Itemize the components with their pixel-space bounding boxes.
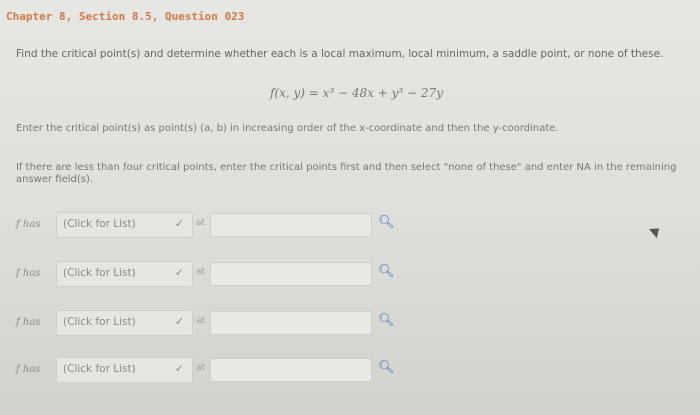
search-icon[interactable]: 🔍︎ bbox=[378, 360, 395, 375]
at-label: at bbox=[196, 218, 206, 228]
answer-row-3: f has (Click for List) ✓ at 🔍︎ bbox=[16, 310, 395, 336]
answer-row-1: f has (Click for List) ✓ at 🔍︎ bbox=[16, 212, 395, 238]
f-has-label: f has bbox=[16, 364, 41, 375]
search-icon[interactable]: 🔍︎ bbox=[378, 264, 395, 279]
at-label: at bbox=[196, 316, 206, 326]
search-icon[interactable]: 🔍︎ bbox=[378, 215, 395, 230]
point-input-4[interactable] bbox=[210, 358, 372, 382]
chevron-down-icon: ✓ bbox=[174, 217, 184, 230]
search-icon[interactable]: 🔍︎ bbox=[378, 313, 395, 328]
point-input-2[interactable] bbox=[210, 262, 372, 286]
select-label: (Click for List) bbox=[63, 267, 136, 279]
mouse-cursor-icon bbox=[649, 223, 663, 239]
classification-select-1[interactable]: (Click for List) ✓ bbox=[56, 212, 193, 238]
chevron-down-icon: ✓ bbox=[174, 315, 184, 328]
point-input-1[interactable] bbox=[210, 213, 372, 237]
classification-select-3[interactable]: (Click for List) ✓ bbox=[56, 310, 193, 336]
select-label: (Click for List) bbox=[63, 363, 136, 375]
fewer-points-instruction: If there are less than four critical poi… bbox=[16, 162, 677, 185]
f-has-label: f has bbox=[16, 219, 41, 230]
chevron-down-icon: ✓ bbox=[174, 362, 184, 375]
select-label: (Click for List) bbox=[63, 316, 136, 328]
at-label: at bbox=[196, 363, 206, 373]
entry-instruction: Enter the critical point(s) as point(s) … bbox=[16, 123, 559, 134]
function-equation: f(x, y) = x³ − 48x + y³ − 27y bbox=[270, 86, 443, 100]
classification-select-4[interactable]: (Click for List) ✓ bbox=[56, 357, 193, 383]
select-label: (Click for List) bbox=[63, 218, 136, 230]
question-page: Chapter 8, Section 8.5, Question 023 Fin… bbox=[0, 0, 700, 415]
f-has-label: f has bbox=[16, 317, 41, 328]
f-has-label: f has bbox=[16, 268, 41, 279]
question-instruction: Find the critical point(s) and determine… bbox=[16, 48, 664, 60]
answer-row-2: f has (Click for List) ✓ at 🔍︎ bbox=[16, 261, 395, 287]
point-input-3[interactable] bbox=[210, 311, 372, 335]
classification-select-2[interactable]: (Click for List) ✓ bbox=[56, 261, 193, 287]
answer-row-4: f has (Click for List) ✓ at 🔍︎ bbox=[16, 357, 395, 383]
question-header: Chapter 8, Section 8.5, Question 023 bbox=[6, 10, 245, 23]
chevron-down-icon: ✓ bbox=[174, 266, 184, 279]
at-label: at bbox=[196, 267, 206, 277]
